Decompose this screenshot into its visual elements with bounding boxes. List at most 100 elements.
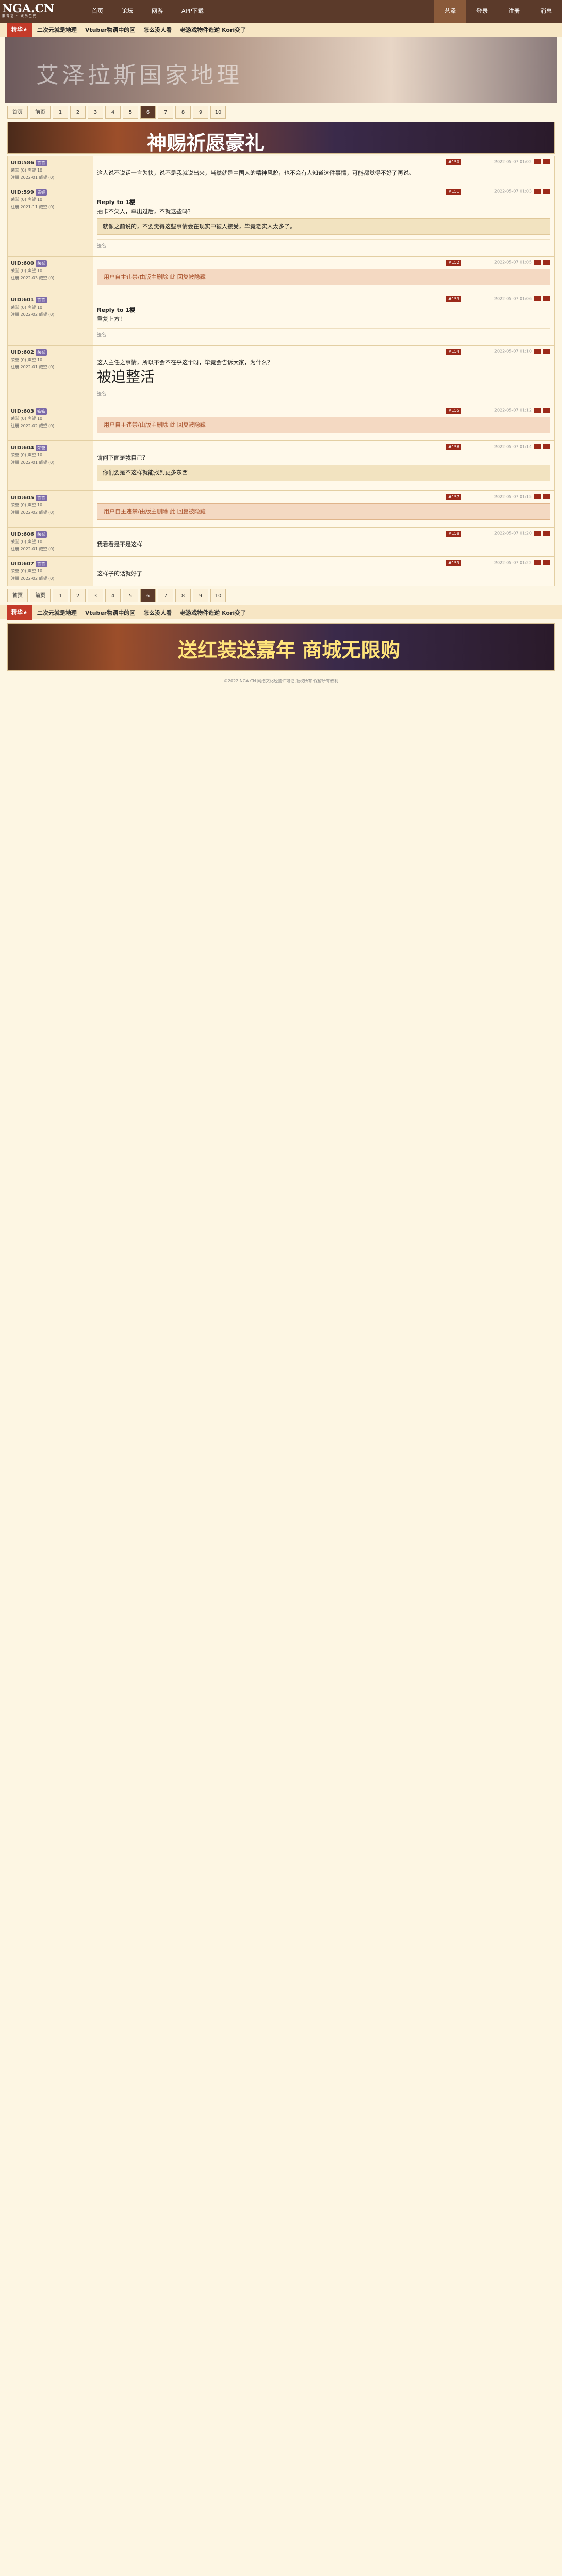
- post-time-text: 2022-05-07 01:02: [494, 159, 532, 164]
- quote-button[interactable]: [543, 408, 550, 413]
- nav-home[interactable]: 首页: [82, 0, 112, 23]
- reply-button[interactable]: [534, 349, 541, 354]
- quote-button[interactable]: [543, 159, 550, 164]
- reply-button[interactable]: [534, 560, 541, 565]
- floor-number[interactable]: #150: [446, 159, 461, 165]
- reply-header[interactable]: Reply to 1楼: [97, 306, 550, 315]
- page-link[interactable]: 9: [193, 106, 208, 119]
- hot-link[interactable]: 怎么没人看: [143, 608, 172, 617]
- reply-button[interactable]: [534, 494, 541, 499]
- author-name[interactable]: UID:604: [11, 445, 34, 451]
- author-name[interactable]: UID:602: [11, 350, 34, 355]
- nav-games[interactable]: 网游: [142, 0, 172, 23]
- author-name[interactable]: UID:607: [11, 561, 34, 567]
- page-link[interactable]: 10: [210, 589, 226, 602]
- page-link[interactable]: 1: [53, 589, 68, 602]
- hot-link[interactable]: 老游戏物件造逆 Kori变了: [180, 26, 246, 34]
- author-name[interactable]: UID:600: [11, 261, 34, 266]
- post-body: #155 2022-05-07 01:12 用户自主违禁/由版主删除 此 回复被隐藏: [93, 404, 554, 440]
- reply-button[interactable]: [534, 260, 541, 265]
- page-current[interactable]: 6: [140, 106, 156, 119]
- hot-link[interactable]: 怎么没人看: [143, 26, 172, 34]
- ad-banner-1[interactable]: 神赐祈愿豪礼: [7, 122, 555, 155]
- hot-link[interactable]: 二次元就是地理: [37, 608, 77, 617]
- quote-button[interactable]: [543, 531, 550, 536]
- page-current[interactable]: 6: [140, 589, 156, 602]
- post-author-panel: UID:599 青铜 荣誉 (0) 声望 10 注册 2021-11 威望 (0): [8, 185, 93, 256]
- floor-number[interactable]: #157: [446, 494, 461, 500]
- author-name[interactable]: UID:603: [11, 409, 34, 414]
- nav-app[interactable]: APP下载: [172, 0, 213, 23]
- author-name[interactable]: UID:601: [11, 297, 34, 303]
- page-link[interactable]: 7: [158, 589, 173, 602]
- post-text: 这样子的话就好了: [97, 570, 142, 577]
- quote-button[interactable]: [543, 189, 550, 194]
- author-badge: 荣誉: [36, 445, 47, 451]
- page-link[interactable]: 2: [70, 106, 86, 119]
- page-link[interactable]: 1: [53, 106, 68, 119]
- reply-header[interactable]: Reply to 1楼: [97, 198, 550, 207]
- page-link[interactable]: 4: [105, 589, 121, 602]
- author-name[interactable]: UID:606: [11, 532, 34, 537]
- quote-button[interactable]: [543, 494, 550, 499]
- author-name[interactable]: UID:586: [11, 160, 34, 166]
- page-link[interactable]: 4: [105, 106, 121, 119]
- reply-button[interactable]: [534, 189, 541, 194]
- ad-banner-2[interactable]: 送红装送嘉年 商城无限购: [7, 623, 555, 671]
- pager-bottom: 首页 前页 1 2 3 4 5 6 7 8 9 10: [0, 586, 562, 605]
- author-name[interactable]: UID:605: [11, 495, 34, 501]
- quote-button[interactable]: [543, 296, 550, 301]
- author-stats: 注册 2022-01 威望 (0): [11, 460, 55, 465]
- page-link[interactable]: 7: [158, 106, 173, 119]
- post-time-text: 2022-05-07 01:05: [494, 260, 532, 265]
- nav-forum[interactable]: 论坛: [112, 0, 142, 23]
- reply-button[interactable]: [534, 296, 541, 301]
- hot-link[interactable]: 二次元就是地理: [37, 26, 77, 34]
- post: UID:602 荣誉 荣誉 (0) 声望 10 注册 2022-01 威望 (0) #1…: [7, 346, 555, 404]
- hot-link[interactable]: 老游戏物件造逆 Kori变了: [180, 608, 246, 617]
- page-first[interactable]: 首页: [7, 106, 28, 119]
- page-link[interactable]: 8: [175, 106, 191, 119]
- floor-number[interactable]: #151: [446, 189, 461, 195]
- reply-button[interactable]: [534, 159, 541, 164]
- floor-number[interactable]: #154: [446, 349, 461, 355]
- post-content: 用户自主违禁/由版主删除 此 回复被隐藏: [97, 269, 550, 285]
- page-link[interactable]: 3: [88, 106, 103, 119]
- reply-button[interactable]: [534, 444, 541, 449]
- floor-number[interactable]: #152: [446, 260, 461, 266]
- page-link[interactable]: 5: [123, 106, 138, 119]
- page-prev[interactable]: 前页: [30, 106, 51, 119]
- floor-number[interactable]: #159: [446, 560, 461, 566]
- post-quote: 就像之前说的，不要觉得这些事情会在现实中被人接受，毕竟老实人太多了。: [97, 218, 550, 235]
- nav-register[interactable]: 注册: [498, 0, 530, 23]
- floor-number[interactable]: #155: [446, 408, 461, 414]
- hot-link[interactable]: Vtuber物语中的区: [85, 608, 135, 617]
- author-level: 荣誉 (0) 声望 10: [11, 539, 43, 544]
- quote-button[interactable]: [543, 260, 550, 265]
- hot-link[interactable]: Vtuber物语中的区: [85, 26, 135, 34]
- page-link[interactable]: 8: [175, 589, 191, 602]
- page-link[interactable]: 2: [70, 589, 86, 602]
- page-link[interactable]: 5: [123, 589, 138, 602]
- quote-button[interactable]: [543, 444, 550, 449]
- reply-button[interactable]: [534, 408, 541, 413]
- nav-user[interactable]: 艺泽: [434, 0, 466, 23]
- author-level: 荣誉 (0) 声望 10: [11, 268, 43, 273]
- site-logo[interactable]: NGA.CN 旧曾谙 · 娱乐至死: [2, 3, 64, 20]
- quote-button[interactable]: [543, 349, 550, 354]
- floor-number[interactable]: #156: [446, 444, 461, 450]
- page-link[interactable]: 9: [193, 589, 208, 602]
- page-link[interactable]: 10: [210, 106, 226, 119]
- floor-number[interactable]: #158: [446, 531, 461, 537]
- page-first[interactable]: 首页: [7, 589, 28, 602]
- reply-button[interactable]: [534, 531, 541, 536]
- quote-button[interactable]: [543, 560, 550, 565]
- post-body: #153 2022-05-07 01:06 Reply to 1楼 重复上方！ 签名: [93, 293, 554, 345]
- nav-messages[interactable]: 消息: [530, 0, 562, 23]
- page-link[interactable]: 3: [88, 589, 103, 602]
- post-time-text: 2022-05-07 01:22: [494, 560, 532, 565]
- nav-login[interactable]: 登录: [466, 0, 498, 23]
- author-name[interactable]: UID:599: [11, 190, 34, 195]
- floor-number[interactable]: #153: [446, 296, 461, 302]
- page-prev[interactable]: 前页: [30, 589, 51, 602]
